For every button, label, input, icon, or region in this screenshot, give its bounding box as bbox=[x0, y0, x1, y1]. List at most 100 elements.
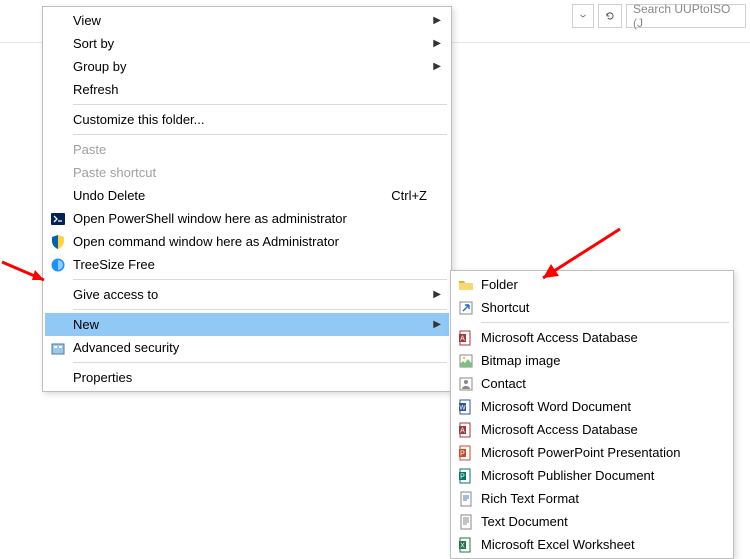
submenu-powerpoint[interactable]: P Microsoft PowerPoint Presentation bbox=[453, 441, 731, 464]
shield-icon bbox=[47, 232, 69, 252]
blank-icon bbox=[47, 140, 69, 160]
menu-label: Sort by bbox=[69, 36, 445, 51]
shortcut-icon bbox=[455, 298, 477, 318]
svg-text:P: P bbox=[460, 450, 465, 457]
menu-open-powershell[interactable]: Open PowerShell window here as administr… bbox=[45, 207, 449, 230]
menu-label: View bbox=[69, 13, 445, 28]
powerpoint-icon: P bbox=[455, 443, 477, 463]
submenu-access-db-2[interactable]: A Microsoft Access Database bbox=[453, 418, 731, 441]
menu-customize-folder[interactable]: Customize this folder... bbox=[45, 108, 449, 131]
menu-separator bbox=[73, 279, 447, 280]
menu-paste-shortcut: Paste shortcut bbox=[45, 161, 449, 184]
menu-label: Group by bbox=[69, 59, 445, 74]
svg-text:X: X bbox=[460, 542, 465, 549]
blank-icon bbox=[47, 80, 69, 100]
menu-advanced-security[interactable]: Advanced security bbox=[45, 336, 449, 359]
chevron-right-icon: ▶ bbox=[433, 319, 441, 330]
submenu-excel[interactable]: X Microsoft Excel Worksheet bbox=[453, 533, 731, 556]
menu-label: Contact bbox=[477, 376, 727, 391]
menu-label: Microsoft Word Document bbox=[477, 399, 727, 414]
menu-label: Folder bbox=[477, 277, 727, 292]
blank-icon bbox=[47, 285, 69, 305]
menu-shortcut: Ctrl+Z bbox=[391, 188, 445, 203]
menu-label: Open PowerShell window here as administr… bbox=[69, 211, 445, 226]
menu-separator bbox=[73, 104, 447, 105]
history-dropdown[interactable] bbox=[572, 4, 594, 28]
submenu-shortcut[interactable]: Shortcut bbox=[453, 296, 731, 319]
menu-label: Text Document bbox=[477, 514, 727, 529]
blank-icon bbox=[47, 110, 69, 130]
menu-label: Customize this folder... bbox=[69, 112, 445, 127]
submenu-text[interactable]: Text Document bbox=[453, 510, 731, 533]
menu-label: Paste bbox=[69, 142, 445, 157]
chevron-right-icon: ▶ bbox=[433, 61, 441, 72]
menu-label: Microsoft PowerPoint Presentation bbox=[477, 445, 727, 460]
powershell-icon bbox=[47, 209, 69, 229]
menu-label: Microsoft Publisher Document bbox=[477, 468, 727, 483]
search-box[interactable]: Search UUPtoISO (J bbox=[626, 4, 746, 28]
svg-text:A: A bbox=[460, 427, 465, 434]
menu-label: Open command window here as Administrato… bbox=[69, 234, 445, 249]
submenu-rtf[interactable]: Rich Text Format bbox=[453, 487, 731, 510]
blank-icon bbox=[47, 57, 69, 77]
menu-label: Microsoft Excel Worksheet bbox=[477, 537, 727, 552]
publisher-icon: P bbox=[455, 466, 477, 486]
menu-give-access[interactable]: Give access to ▶ bbox=[45, 283, 449, 306]
treesize-icon bbox=[47, 255, 69, 275]
menu-view[interactable]: View ▶ bbox=[45, 9, 449, 32]
menu-sort-by[interactable]: Sort by ▶ bbox=[45, 32, 449, 55]
submenu-folder[interactable]: Folder bbox=[453, 273, 731, 296]
chevron-right-icon: ▶ bbox=[433, 38, 441, 49]
menu-treesize[interactable]: TreeSize Free bbox=[45, 253, 449, 276]
menu-separator bbox=[481, 322, 729, 323]
menu-label: TreeSize Free bbox=[69, 257, 445, 272]
menu-paste: Paste bbox=[45, 138, 449, 161]
submenu-access-db[interactable]: A Microsoft Access Database bbox=[453, 326, 731, 349]
folder-icon bbox=[455, 275, 477, 295]
menu-separator bbox=[73, 362, 447, 363]
menu-label: New bbox=[69, 317, 445, 332]
submenu-word[interactable]: W Microsoft Word Document bbox=[453, 395, 731, 418]
menu-undo-delete[interactable]: Undo Delete Ctrl+Z bbox=[45, 184, 449, 207]
menu-label: Microsoft Access Database bbox=[477, 330, 727, 345]
menu-label: Properties bbox=[69, 370, 445, 385]
blank-icon bbox=[47, 11, 69, 31]
submenu-bitmap[interactable]: Bitmap image bbox=[453, 349, 731, 372]
menu-label: Paste shortcut bbox=[69, 165, 445, 180]
menu-label: Microsoft Access Database bbox=[477, 422, 727, 437]
menu-new[interactable]: New ▶ bbox=[45, 313, 449, 336]
chevron-right-icon: ▶ bbox=[433, 289, 441, 300]
blank-icon bbox=[47, 315, 69, 335]
chevron-down-icon bbox=[579, 8, 587, 24]
menu-label: Refresh bbox=[69, 82, 445, 97]
rtf-icon bbox=[455, 489, 477, 509]
menu-label: Undo Delete bbox=[69, 188, 391, 203]
menu-refresh[interactable]: Refresh bbox=[45, 78, 449, 101]
excel-icon: X bbox=[455, 535, 477, 555]
access-icon: A bbox=[455, 328, 477, 348]
address-toolbar: Search UUPtoISO (J bbox=[572, 4, 746, 28]
blank-icon bbox=[47, 34, 69, 54]
menu-group-by[interactable]: Group by ▶ bbox=[45, 55, 449, 78]
svg-text:A: A bbox=[460, 335, 465, 342]
access-icon: A bbox=[455, 420, 477, 440]
refresh-button[interactable] bbox=[598, 4, 622, 28]
menu-open-command[interactable]: Open command window here as Administrato… bbox=[45, 230, 449, 253]
bitmap-icon bbox=[455, 351, 477, 371]
menu-properties[interactable]: Properties bbox=[45, 366, 449, 389]
blank-icon bbox=[47, 186, 69, 206]
word-icon: W bbox=[455, 397, 477, 417]
menu-label: Advanced security bbox=[69, 340, 445, 355]
menu-label: Give access to bbox=[69, 287, 445, 302]
contact-icon bbox=[455, 374, 477, 394]
svg-text:W: W bbox=[459, 404, 466, 411]
menu-label: Rich Text Format bbox=[477, 491, 727, 506]
menu-separator bbox=[73, 134, 447, 135]
menu-label: Shortcut bbox=[477, 300, 727, 315]
blank-icon bbox=[47, 163, 69, 183]
new-submenu: Folder Shortcut A Microsoft Access Datab… bbox=[450, 270, 734, 559]
submenu-contact[interactable]: Contact bbox=[453, 372, 731, 395]
svg-text:P: P bbox=[460, 473, 465, 480]
submenu-publisher[interactable]: P Microsoft Publisher Document bbox=[453, 464, 731, 487]
security-icon bbox=[47, 338, 69, 358]
